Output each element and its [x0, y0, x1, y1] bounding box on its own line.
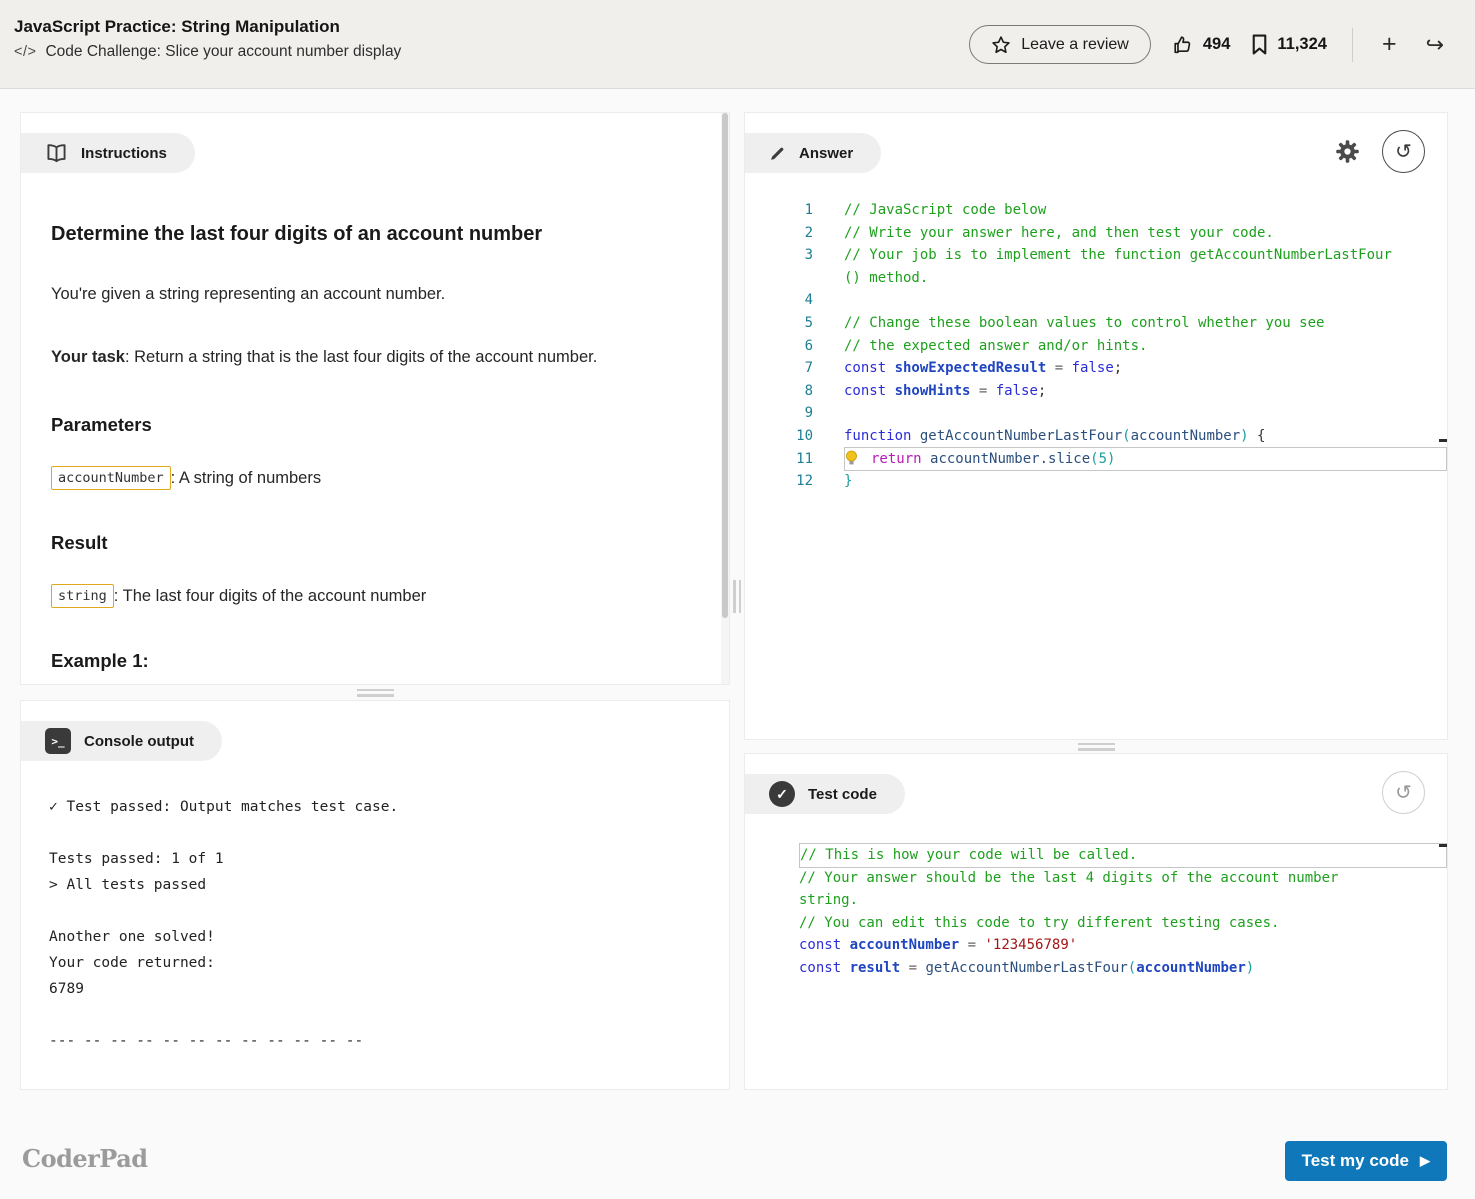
code-tag-icon: </> — [14, 44, 37, 60]
parameter-row: accountNumber : A string of numbers — [51, 466, 683, 490]
likes-stat[interactable]: 494 — [1172, 34, 1231, 56]
likes-count: 494 — [1202, 35, 1231, 53]
pencil-icon — [769, 145, 786, 162]
task-paragraph: Your task: Return a string that is the l… — [51, 342, 683, 372]
bookmarks-count: 11,324 — [1277, 35, 1327, 53]
page-title: JavaScript Practice: String Manipulation — [14, 17, 340, 36]
test-my-code-label: Test my code — [1301, 1151, 1409, 1170]
tab-test-code-label: Test code — [808, 785, 877, 803]
instructions-content: Determine the last four digits of an acc… — [21, 223, 729, 672]
tab-instructions-label: Instructions — [81, 144, 167, 162]
leave-review-label: Leave a review — [1021, 35, 1129, 53]
test-code-panel: ✓ Test code ↺ // This is how your code w… — [744, 753, 1448, 1090]
instructions-scrollbar[interactable] — [721, 113, 729, 684]
answer-toolbar: ↺ — [1334, 130, 1425, 173]
star-icon — [991, 35, 1011, 55]
task-text: : Return a string that is the last four … — [124, 348, 598, 366]
check-circle-icon: ✓ — [769, 781, 795, 807]
share-icon[interactable]: ↪ — [1422, 32, 1448, 58]
challenge-subtitle: </> Code Challenge: Slice your account n… — [14, 43, 401, 61]
editor-ruler-mark — [1439, 439, 1447, 442]
console-panel: >_ Console output ✓ Test passed: Output … — [20, 700, 730, 1090]
vertical-resize-handle[interactable] — [730, 112, 744, 1090]
result-row: string : The last four digits of the acc… — [51, 584, 683, 608]
test-toolbar: ↺ — [1382, 771, 1425, 814]
play-icon: ▶ — [1420, 1153, 1430, 1168]
param-name-chip: accountNumber — [51, 466, 171, 490]
task-label: Your task — [51, 348, 125, 366]
challenge-subtitle-text: Code Challenge: Slice your account numbe… — [45, 43, 402, 60]
tab-instructions[interactable]: Instructions — [21, 133, 195, 173]
horizontal-resize-handle[interactable] — [20, 685, 730, 700]
result-desc: : The last four digits of the account nu… — [113, 586, 427, 605]
answer-code-editor[interactable]: 1// JavaScript code below 2// Write your … — [745, 199, 1447, 493]
tab-answer-label: Answer — [799, 144, 854, 162]
instructions-panel: Instructions Determine the last four dig… — [20, 112, 730, 685]
example-heading: Example 1: — [51, 650, 149, 671]
challenge-heading: Determine the last four digits of an acc… — [51, 223, 543, 245]
terminal-icon: >_ — [45, 728, 71, 754]
console-output-text: ✓ Test passed: Output matches test case.… — [49, 799, 399, 1049]
thumbs-up-icon — [1172, 34, 1194, 56]
tab-answer[interactable]: Answer — [745, 133, 882, 173]
answer-panel: Answer ↺ 1// JavaScript code below 2// Wr… — [744, 112, 1448, 740]
scrollbar-thumb[interactable] — [722, 113, 728, 618]
tab-console-output[interactable]: >_ Console output — [21, 721, 222, 761]
reset-answer-icon[interactable]: ↺ — [1382, 130, 1425, 173]
editor-ruler-mark — [1439, 844, 1447, 847]
reset-test-icon[interactable]: ↺ — [1382, 771, 1425, 814]
gear-icon[interactable] — [1334, 138, 1361, 165]
book-icon — [45, 143, 68, 163]
header-actions: Leave a review 494 11,324 + ↪ — [969, 0, 1448, 89]
param-desc: : A string of numbers — [170, 468, 322, 487]
test-my-code-button[interactable]: Test my code ▶ — [1284, 1141, 1447, 1181]
tab-console-label: Console output — [84, 732, 194, 750]
leave-review-button[interactable]: Leave a review — [969, 25, 1151, 64]
coderpad-logo: CoderPad — [22, 1144, 148, 1173]
tab-test-code[interactable]: ✓ Test code — [745, 774, 905, 814]
app-header: JavaScript Practice: String Manipulation… — [0, 0, 1475, 89]
bookmark-icon — [1251, 34, 1268, 55]
result-type-chip: string — [51, 584, 114, 608]
header-divider — [1351, 27, 1353, 62]
result-heading: Result — [51, 532, 108, 553]
add-button[interactable]: + — [1378, 30, 1401, 59]
horizontal-resize-handle[interactable] — [744, 740, 1448, 753]
intro-paragraph: You're given a string representing an ac… — [51, 285, 446, 303]
test-code-editor[interactable]: // This is how your code will be called.… — [745, 843, 1447, 980]
bookmarks-stat[interactable]: 11,324 — [1251, 34, 1327, 55]
app-root: JavaScript Practice: String Manipulation… — [0, 0, 1475, 1199]
parameters-heading: Parameters — [51, 414, 152, 435]
